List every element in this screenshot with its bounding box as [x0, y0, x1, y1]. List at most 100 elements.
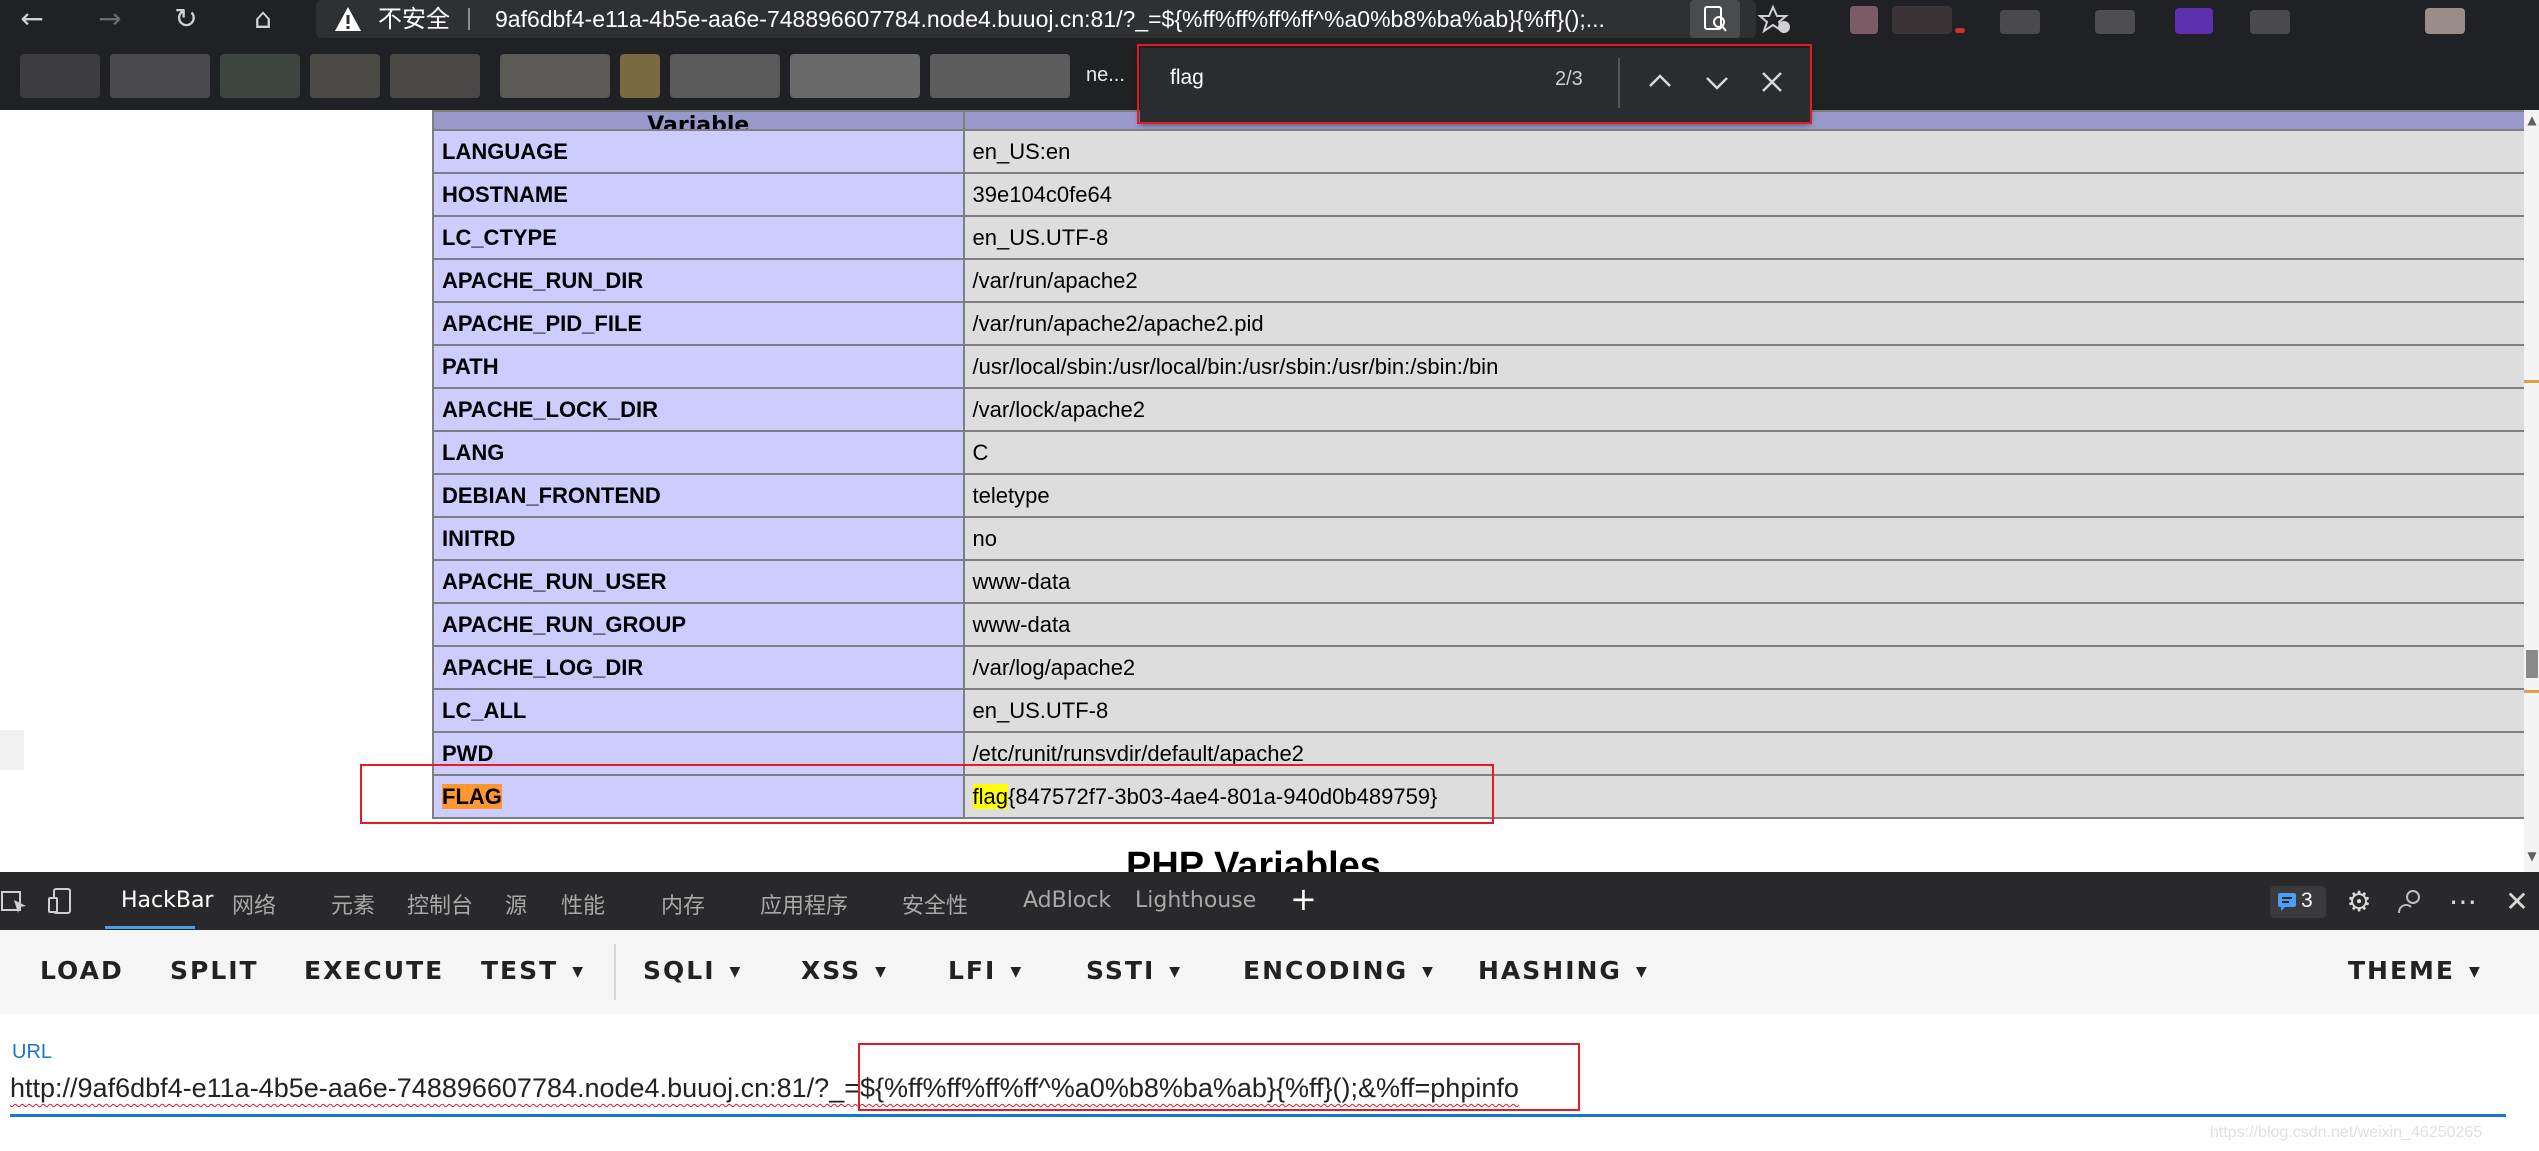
extension-icon[interactable]: [2095, 10, 2135, 34]
split-button[interactable]: SPLIT: [170, 956, 259, 985]
tab-sources[interactable]: 源: [505, 888, 527, 920]
row-value: /var/run/apache2/apache2.pid: [962, 301, 2539, 346]
row-value: www-data: [962, 559, 2539, 604]
table-row: APACHE_LOCK_DIR/var/lock/apache2: [432, 387, 2539, 432]
tab-lighthouse[interactable]: Lighthouse: [1135, 888, 1256, 913]
bookmark-item[interactable]: [500, 54, 610, 98]
bookmark-item[interactable]: [620, 54, 660, 98]
theme-menu[interactable]: THEME ▼: [2348, 956, 2482, 985]
extension-badge: [1955, 28, 1965, 33]
load-label: LOAD: [40, 956, 124, 985]
sqli-menu[interactable]: SQLI ▼: [643, 956, 742, 985]
bookmark-item[interactable]: [930, 54, 1070, 98]
extension-icon[interactable]: [2175, 8, 2213, 34]
find-match-marker: [2524, 380, 2539, 383]
add-tab-icon[interactable]: +: [1290, 880, 1317, 918]
tab-hackbar[interactable]: HackBar: [121, 888, 213, 913]
gear-icon[interactable]: ⚙: [2342, 885, 2376, 919]
hashing-menu[interactable]: HASHING ▼: [1478, 956, 1649, 985]
extension-icon[interactable]: [2250, 10, 2290, 34]
table-row: PATH/usr/local/sbin:/usr/local/bin:/usr/…: [432, 344, 2539, 389]
ssti-menu[interactable]: SSTI ▼: [1086, 956, 1182, 985]
row-value: en_US:en: [962, 129, 2539, 174]
table-row: APACHE_PID_FILE/var/run/apache2/apache2.…: [432, 301, 2539, 346]
bookmark-label[interactable]: ne...: [1086, 64, 1125, 87]
row-key: LANGUAGE: [432, 129, 965, 174]
tab-performance[interactable]: 性能: [561, 888, 605, 920]
bookmark-item[interactable]: [390, 54, 480, 98]
row-value: en_US.UTF-8: [962, 688, 2539, 733]
encoding-menu[interactable]: ENCODING ▼: [1243, 956, 1435, 985]
profile-extensions-area: [1850, 0, 2539, 38]
more-options-icon[interactable]: ⋯: [2446, 885, 2480, 919]
insecure-label[interactable]: 不安全: [378, 4, 450, 34]
tab-adblock[interactable]: AdBlock: [1023, 888, 1111, 913]
bookmark-item[interactable]: [310, 54, 380, 98]
bookmark-item[interactable]: [220, 54, 300, 98]
warning-icon[interactable]: [333, 4, 363, 34]
device-toolbar-icon[interactable]: [46, 886, 76, 916]
row-key: LC_CTYPE: [432, 215, 965, 260]
scroll-thumb[interactable]: [2526, 650, 2538, 678]
home-icon[interactable]: ⌂: [243, 2, 283, 36]
bookmark-item[interactable]: [20, 54, 100, 98]
tab-console[interactable]: 控制台: [407, 888, 473, 920]
table-row: LANG C: [432, 430, 2539, 475]
extension-icon[interactable]: [1892, 6, 1952, 34]
row-key: APACHE_LOCK_DIR: [432, 387, 965, 432]
row-key: APACHE_PID_FILE: [432, 301, 965, 346]
tab-network[interactable]: 网络: [232, 888, 276, 920]
xss-menu[interactable]: XSS ▼: [801, 956, 888, 985]
scroll-down-icon[interactable]: ▼: [2526, 850, 2538, 862]
issues-button[interactable]: [2270, 886, 2326, 918]
row-key: APACHE_RUN_GROUP: [432, 602, 965, 647]
table-row: HOSTNAME 39e104c0fe64: [432, 172, 2539, 217]
scroll-up-icon[interactable]: ▲: [2526, 114, 2538, 126]
row-key: INITRD: [432, 516, 965, 561]
environment-table: Variable LANGUAGE en_US:en HOSTNAME 39e104…: [432, 110, 2539, 819]
table-row: APACHE_RUN_USER www-data: [432, 559, 2539, 604]
extension-icon[interactable]: [1850, 6, 1878, 34]
row-key: APACHE_RUN_DIR: [432, 258, 965, 303]
inspect-element-icon[interactable]: [0, 886, 30, 916]
find-in-page-icon: [1704, 6, 1727, 32]
favorite-star-icon[interactable]: [1755, 2, 1795, 36]
row-value: /var/log/apache2: [962, 645, 2539, 690]
execute-button[interactable]: EXECUTE: [304, 956, 444, 985]
find-annotation-box: [1137, 44, 1812, 124]
tab-application[interactable]: 应用程序: [760, 888, 848, 920]
row-key: HOSTNAME: [432, 172, 965, 217]
find-in-page-button[interactable]: [1690, 0, 1740, 38]
tab-memory[interactable]: 内存: [661, 888, 705, 920]
caret-down-icon: ▼: [875, 964, 888, 980]
bookmark-item[interactable]: [670, 54, 780, 98]
feedback-icon[interactable]: [2393, 885, 2427, 919]
avatar[interactable]: [2425, 8, 2465, 34]
bookmark-item[interactable]: [110, 54, 210, 98]
row-key: LANG: [432, 430, 965, 475]
row-value: www-data: [962, 602, 2539, 647]
address-text[interactable]: 9af6dbf4-e11a-4b5e-aa6e-748896607784.nod…: [495, 4, 1665, 34]
load-button[interactable]: LOAD: [40, 956, 124, 985]
hashing-label: HASHING: [1478, 956, 1622, 985]
devtools-tab-strip: [0, 872, 2539, 930]
reload-icon[interactable]: ↻: [166, 2, 206, 36]
bookmark-item[interactable]: [790, 54, 920, 98]
caret-down-icon: ▼: [1422, 964, 1435, 980]
lfi-menu[interactable]: LFI ▼: [948, 956, 1023, 985]
tab-elements[interactable]: 元素: [331, 888, 375, 920]
side-panel-tab[interactable]: [0, 730, 24, 770]
payload-annotation-box: [858, 1043, 1580, 1111]
address-divider: [468, 8, 470, 30]
back-arrow-icon[interactable]: ←: [12, 2, 52, 36]
watermark: https://blog.csdn.net/weixin_46250265: [2210, 1124, 2483, 1141]
close-devtools-icon[interactable]: ✕: [2500, 885, 2534, 919]
extension-icon[interactable]: [2000, 10, 2040, 34]
header-variable: Variable: [432, 110, 965, 131]
row-key: APACHE_LOG_DIR: [432, 645, 965, 690]
url-input-underline: [10, 1114, 2506, 1117]
forward-arrow-icon[interactable]: →: [90, 2, 130, 36]
page-scrollbar[interactable]: [2524, 110, 2539, 872]
test-menu[interactable]: TEST ▼: [481, 956, 585, 985]
tab-security[interactable]: 安全性: [902, 888, 968, 920]
